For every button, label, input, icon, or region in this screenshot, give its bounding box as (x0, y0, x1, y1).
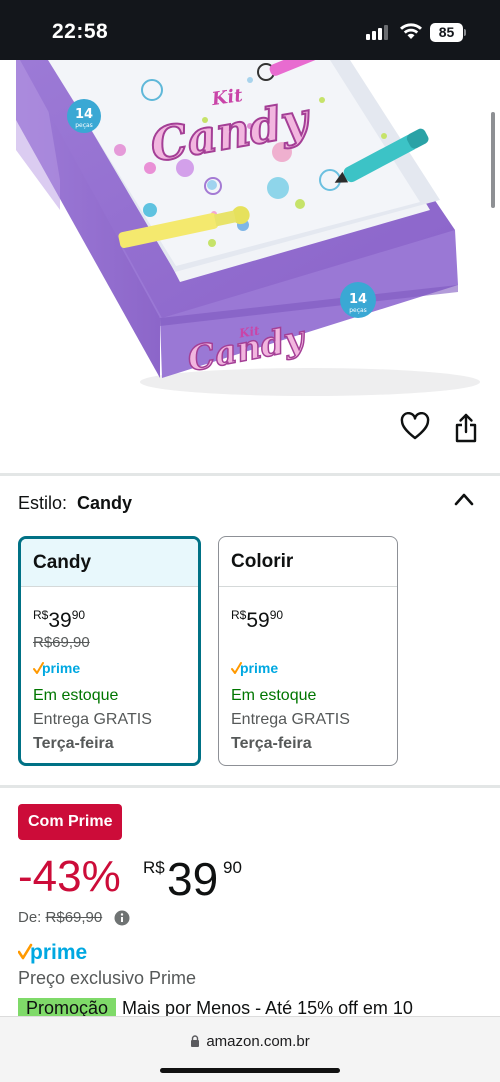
price-currency: R$ (143, 858, 165, 877)
url-display[interactable]: amazon.com.br (0, 1033, 500, 1050)
option-price: R$5990 (231, 601, 385, 632)
price-cents: 90 (223, 858, 242, 877)
option-delivery-day: Terça-feira (231, 735, 312, 752)
option-delivery: Entrega GRATIS (231, 711, 350, 728)
section-divider (0, 785, 500, 788)
badge-number: 14 (75, 107, 93, 122)
heart-icon[interactable] (400, 412, 430, 442)
side-badge-number: 14 (349, 292, 367, 307)
prime-text: prime (30, 941, 87, 964)
option-delivery: Entrega GRATIS (33, 711, 152, 728)
product-image[interactable]: 14 peças Kit Candy 14 peças Kit Candy (0, 60, 500, 400)
battery-level: 85 (430, 23, 463, 42)
price-cents: 90 (71, 608, 86, 622)
style-label: Estilo: (18, 493, 68, 513)
style-option-candy[interactable]: Candy R$3990 R$69,90 prime Em estoque En… (18, 536, 201, 766)
option-stock: Em estoque (33, 687, 119, 704)
product-box-illustration: 14 peças Kit Candy 14 peças Kit Candy (16, 60, 480, 396)
lock-icon (191, 1035, 200, 1047)
browser-url-bar[interactable]: amazon.com.br (0, 1016, 500, 1082)
list-price-label: De: (18, 909, 42, 926)
prime-exclusive-note: Preço exclusivo Prime (18, 968, 197, 988)
prime-logo-icon: prime (18, 941, 87, 964)
info-icon[interactable] (114, 910, 130, 926)
status-time: 22:58 (52, 20, 109, 43)
list-price: De: R$69,90 (18, 909, 102, 926)
promo-tag: Promoção (18, 998, 117, 1018)
price-currency: R$ (231, 608, 247, 622)
discount-percent: -43% (18, 852, 121, 901)
scrollbar[interactable] (491, 112, 495, 208)
prime-text: prime (42, 660, 80, 676)
prime-logo-icon: prime (33, 660, 80, 676)
price-whole: 59 (246, 609, 270, 632)
option-delivery-day: Terça-feira (33, 735, 114, 752)
promo-text: Mais por Menos - Até 15% off em 10 (122, 998, 413, 1018)
price-cents: 90 (269, 608, 284, 622)
option-list-price: R$69,90 (33, 634, 90, 651)
option-price: R$3990 (33, 601, 186, 632)
cellular-signal-icon (366, 24, 392, 40)
option-stock: Em estoque (231, 687, 317, 704)
style-value: Candy (77, 493, 133, 513)
badge-word: peças (75, 122, 93, 129)
status-bar: 22:58 85 (0, 0, 500, 60)
home-indicator[interactable] (160, 1068, 340, 1073)
list-price-value: R$69,90 (45, 909, 103, 926)
price-whole: 39 (48, 609, 72, 632)
url-text: amazon.com.br (206, 1033, 310, 1050)
side-badge-word: peças (349, 307, 367, 314)
style-selector-header[interactable]: Estilo: Candy (18, 493, 132, 514)
style-option-colorir[interactable]: Colorir R$5990 prime Em estoque Entrega … (218, 536, 398, 766)
option-name: Candy (21, 539, 198, 587)
section-divider (0, 473, 500, 476)
prime-text: prime (240, 660, 278, 676)
price-currency: R$ (33, 608, 49, 622)
prime-logo-icon: prime (231, 660, 278, 676)
share-icon[interactable] (454, 413, 478, 443)
option-name: Colorir (219, 537, 397, 587)
price-whole: 39 (167, 853, 219, 905)
battery-cap (464, 29, 466, 36)
chevron-up-icon[interactable] (454, 492, 474, 506)
deal-badge: Com Prime (18, 804, 123, 840)
wifi-icon (400, 23, 422, 39)
